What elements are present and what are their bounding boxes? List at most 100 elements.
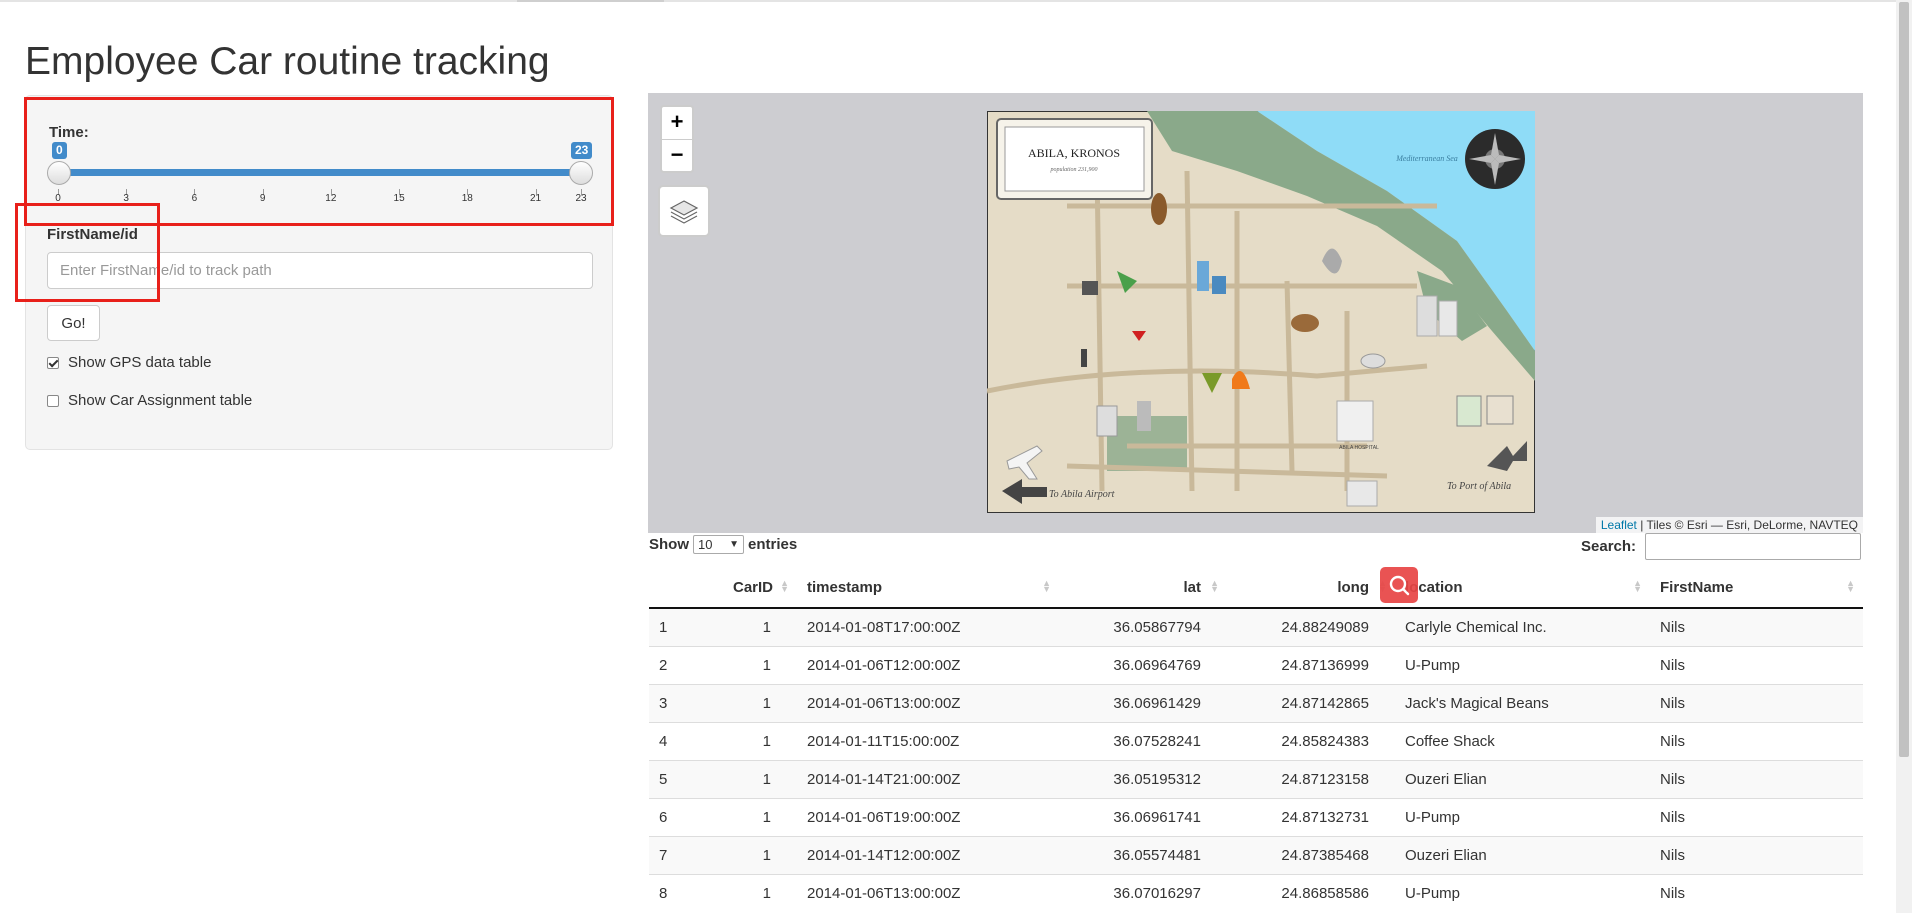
table-cell: 36.06964769 — [1059, 645, 1227, 684]
table-cell: 24.86858586 — [1227, 873, 1395, 912]
table-cell: 1 — [723, 683, 797, 722]
map-port-label: To Port of Abila — [1447, 481, 1511, 492]
show-assignment-checkbox[interactable] — [47, 394, 59, 407]
table-cell: 36.05574481 — [1059, 835, 1227, 874]
map-hospital-label: ABILA HOSPITAL — [1339, 445, 1379, 451]
show-assignment-checkbox-row[interactable]: Show Car Assignment table — [47, 392, 252, 409]
table-cell: 36.07016297 — [1059, 873, 1227, 912]
table-cell: 2014-01-06T19:00:00Z — [797, 797, 1059, 836]
scrollbar-thumb[interactable] — [1899, 2, 1909, 757]
table-cell: Ouzeri Elian — [1395, 759, 1650, 798]
map-subtitle-text: population 231,900 — [1049, 167, 1097, 173]
column-header-long-label: long — [1337, 578, 1369, 596]
show-gps-label: Show GPS data table — [68, 354, 212, 371]
table-cell: U-Pump — [1395, 797, 1650, 836]
top-divider — [0, 0, 1912, 2]
table-cell: 24.85824383 — [1227, 721, 1395, 760]
table-cell: Ouzeri Elian — [1395, 835, 1650, 874]
page-length-select[interactable]: 10 ▼ — [693, 535, 744, 554]
leaflet-link[interactable]: Leaflet — [1601, 518, 1637, 532]
table-row[interactable]: 7 1 2014-01-14T12:00:00Z 36.05574481 24.8738… — [649, 835, 1863, 874]
column-header-lat[interactable]: lat ▲ ▼ — [1059, 567, 1227, 609]
column-header-index[interactable] — [649, 567, 723, 609]
table-cell: Carlyle Chemical Inc. — [1395, 607, 1650, 646]
column-header-timestamp-label: timestamp — [807, 578, 883, 596]
entries-label: entries — [748, 536, 798, 553]
table-row[interactable]: 2 1 2014-01-06T12:00:00Z 36.06964769 24.8713… — [649, 645, 1863, 684]
table-cell: 1 — [723, 873, 797, 912]
column-header-carid[interactable]: CarID ▲ ▼ — [723, 567, 797, 609]
sort-icon: ▲▼ — [1846, 578, 1855, 594]
search-overlay-button[interactable] — [1380, 567, 1418, 603]
table-cell: U-Pump — [1395, 873, 1650, 912]
show-label: Show — [649, 536, 689, 553]
table-cell: 2 — [649, 645, 723, 684]
column-header-long[interactable]: long▲▼ — [1227, 567, 1395, 609]
table-cell: 7 — [649, 835, 723, 874]
column-header-firstname[interactable]: FirstName ▲ ▼ — [1650, 567, 1863, 609]
map-container[interactable]: + − ABILA, KRONOS population 231,900 Med… — [648, 93, 1863, 533]
table-row[interactable]: 6 1 2014-01-06T19:00:00Z 36.06961741 24.8713… — [649, 797, 1863, 836]
table-cell: 4 — [649, 721, 723, 760]
column-header-firstname-label: FirstName — [1660, 578, 1734, 596]
layers-button[interactable] — [658, 185, 710, 237]
column-header-timestamp[interactable]: timestamp ▲ ▼ — [797, 567, 1059, 609]
table-cell: 1 — [723, 759, 797, 798]
table-cell: 2014-01-06T12:00:00Z — [797, 645, 1059, 684]
zoom-control: + − — [660, 105, 694, 173]
table-cell: Jack's Magical Beans — [1395, 683, 1650, 722]
table-cell: 2014-01-11T15:00:00Z — [797, 721, 1059, 760]
table-row[interactable]: 5 1 2014-01-14T21:00:00Z 36.05195312 24.8712… — [649, 759, 1863, 798]
table-cell: 2014-01-08T17:00:00Z — [797, 607, 1059, 646]
table-cell: 1 — [723, 607, 797, 646]
sort-icon: ▲▼ — [1210, 578, 1219, 594]
table-cell: 36.06961429 — [1059, 683, 1227, 722]
table-cell: 3 — [649, 683, 723, 722]
table-cell: Nils — [1650, 759, 1863, 798]
table-row[interactable]: 3 1 2014-01-06T13:00:00Z 36.06961429 24.8714… — [649, 683, 1863, 722]
table-cell: 2014-01-06T13:00:00Z — [797, 683, 1059, 722]
table-search-input[interactable] — [1645, 533, 1861, 560]
tiles-attribution-text: | Tiles © Esri — Esri, DeLorme, NAVTEQ — [1636, 518, 1858, 532]
table-cell: Coffee Shack — [1395, 721, 1650, 760]
vertical-scrollbar[interactable] — [1896, 0, 1912, 913]
table-cell: 5 — [649, 759, 723, 798]
table-cell: 6 — [649, 797, 723, 836]
table-cell: 24.87123158 — [1227, 759, 1395, 798]
table-cell: 24.88249089 — [1227, 607, 1395, 646]
table-cell: 36.05195312 — [1059, 759, 1227, 798]
map-title-text: ABILA, KRONOS — [1028, 146, 1120, 160]
table-cell: Nils — [1650, 683, 1863, 722]
table-cell: 2014-01-06T13:00:00Z — [797, 873, 1059, 912]
table-cell: 1 — [723, 721, 797, 760]
table-cell: Nils — [1650, 645, 1863, 684]
search-icon — [1389, 575, 1410, 596]
table-cell: 36.06961741 — [1059, 797, 1227, 836]
table-cell: 1 — [723, 645, 797, 684]
table-row[interactable]: 1 1 2014-01-08T17:00:00Z 36.05867794 24.8824… — [649, 607, 1863, 646]
table-row[interactable]: 8 1 2014-01-06T13:00:00Z 36.07016297 24.8685… — [649, 873, 1863, 912]
sort-icon: ▲▼ — [1042, 578, 1051, 594]
sort-icon: ▲▼ — [1633, 578, 1642, 594]
show-gps-checkbox-row[interactable]: Show GPS data table — [47, 354, 211, 371]
map-attribution: Leaflet | Tiles © Esri — Esri, DeLorme, … — [1595, 517, 1863, 533]
table-cell: Nils — [1650, 607, 1863, 646]
table-cell: 24.87132731 — [1227, 797, 1395, 836]
table-cell: 2014-01-14T12:00:00Z — [797, 835, 1059, 874]
table-cell: 24.87136999 — [1227, 645, 1395, 684]
table-cell: 24.87385468 — [1227, 835, 1395, 874]
page-length-control: Show 10 ▼ entries — [649, 535, 797, 554]
zoom-out-button[interactable]: − — [662, 140, 692, 172]
table-cell: 36.05867794 — [1059, 607, 1227, 646]
table-cell: 36.07528241 — [1059, 721, 1227, 760]
table-cell: 24.87142865 — [1227, 683, 1395, 722]
table-row[interactable]: 4 1 2014-01-11T15:00:00Z 36.07528241 24.8582… — [649, 721, 1863, 760]
map-airport-label: To Abila Airport — [1049, 489, 1115, 500]
zoom-in-button[interactable]: + — [662, 107, 692, 140]
compass-icon — [1465, 129, 1525, 189]
show-assignment-label: Show Car Assignment table — [68, 392, 253, 409]
map-sea-label: Mediterranean Sea — [1395, 154, 1458, 163]
show-gps-checkbox[interactable] — [47, 356, 59, 369]
column-header-location[interactable]: location ▲ ▼ — [1395, 567, 1650, 609]
go-button[interactable]: Go! — [47, 305, 100, 341]
